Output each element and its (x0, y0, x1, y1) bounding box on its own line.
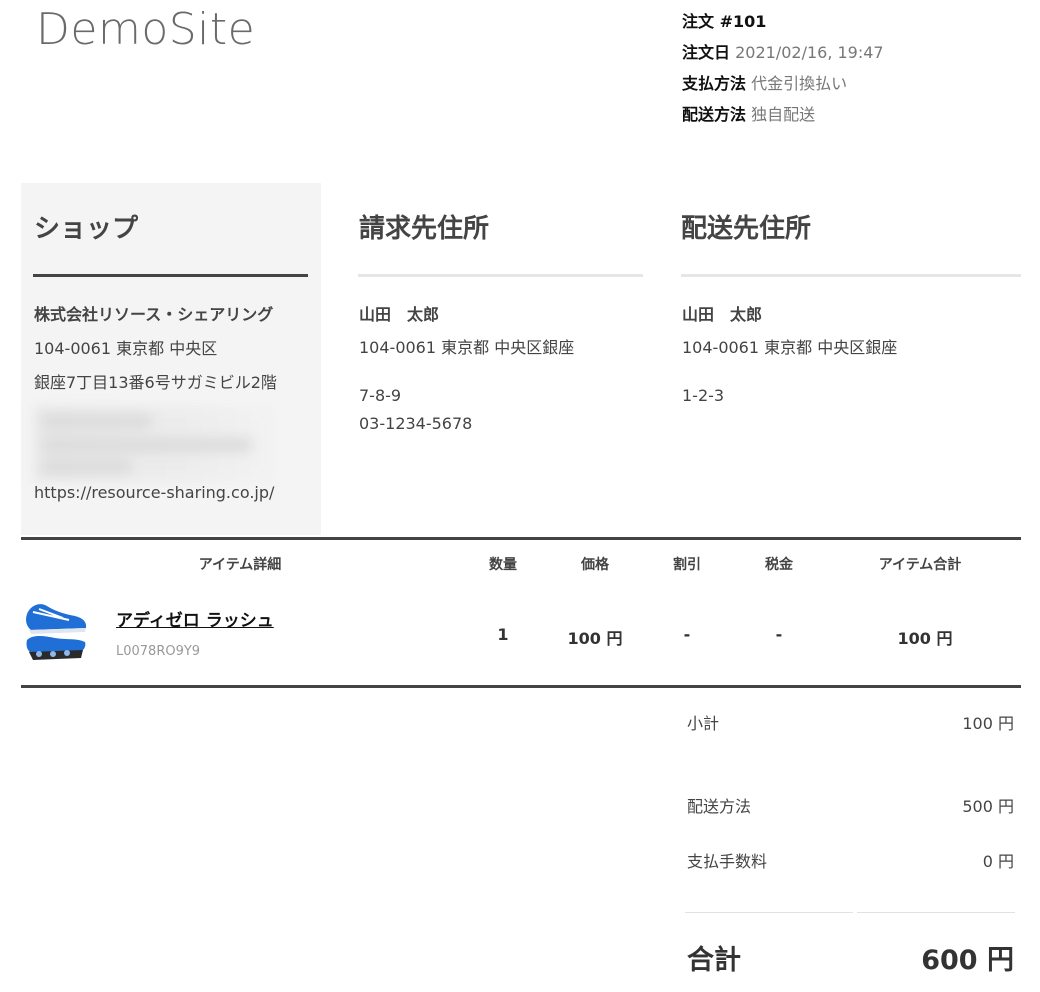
shop-address-line2: 銀座7丁目13番6号サガミビル2階 (34, 373, 277, 392)
site-logo: DemoSite (36, 4, 256, 55)
shop-url: https://resource-sharing.co.jp/ (34, 483, 275, 502)
billing-title: 請求先住所 (359, 214, 490, 244)
table-top-rule (21, 537, 1021, 540)
subtotal-value: 100 円 (962, 714, 1014, 733)
table-bottom-rule (21, 685, 1021, 688)
summary-divider-left (685, 912, 853, 913)
shipping-name: 山田 太郎 (682, 305, 763, 324)
order-meta: 注文 #101 注文日 2021/02/16, 19:47 支払方法 代金引換払… (682, 6, 884, 130)
shop-address: 株式会社リソース・シェアリング 104-0061 東京都 中央区 銀座7丁目13… (34, 298, 277, 400)
redacted-contact-block (34, 406, 274, 482)
shipping-fee-label: 配送方法 (687, 797, 752, 816)
shipping-address-line2: 1-2-3 (682, 386, 725, 405)
product-name-link[interactable]: アディゼロ ラッシュ (116, 606, 274, 631)
shipping-address: 山田 太郎 104-0061 東京都 中央区銀座 1-2-3 (682, 298, 897, 410)
shop-title: ショップ (34, 214, 139, 244)
grand-total-value: 600 円 (921, 945, 1014, 976)
th-item: アイテム詳細 (198, 557, 282, 573)
payment-fee-value: 0 円 (982, 852, 1014, 871)
shop-divider (33, 274, 308, 277)
row-qty: 1 (497, 625, 509, 644)
billing-address-line2: 7-8-9 (359, 386, 402, 405)
th-price: 価格 (581, 557, 609, 573)
product-sku: L0078RO9Y9 (116, 644, 201, 659)
order-number: 注文 #101 (682, 12, 767, 31)
row-price: 100 円 (567, 629, 623, 648)
subtotal-label: 小計 (687, 714, 720, 733)
shipping-title: 配送先住所 (681, 214, 812, 244)
order-payment: 支払方法 代金引換払い (682, 74, 848, 93)
row-discount: - (683, 625, 691, 644)
shipping-address-line1: 104-0061 東京都 中央区銀座 (682, 338, 898, 357)
shop-company: 株式会社リソース・シェアリング (34, 305, 274, 324)
order-shipping: 配送方法 独自配送 (682, 105, 816, 124)
shop-address-line1: 104-0061 東京都 中央区 (34, 339, 218, 358)
th-discount: 割引 (673, 557, 701, 573)
shipping-divider (681, 274, 1021, 277)
order-payment-value: 代金引換払い (751, 74, 848, 93)
order-shipping-value: 独自配送 (751, 105, 816, 124)
billing-phone: 03-1234-5678 (359, 414, 473, 433)
row-tax: - (775, 625, 783, 644)
billing-address: 山田 太郎 104-0061 東京都 中央区銀座 7-8-9 03-1234-5… (359, 298, 574, 438)
payment-fee-label: 支払手数料 (687, 852, 768, 871)
grand-total-label: 合計 (687, 945, 741, 976)
order-date-value: 2021/02/16, 19:47 (735, 43, 884, 62)
order-date: 注文日 2021/02/16, 19:47 (682, 43, 884, 62)
shipping-fee-value: 500 円 (962, 797, 1014, 816)
th-tax: 税金 (765, 557, 793, 573)
billing-divider (358, 274, 643, 277)
row-item-total: 100 円 (897, 629, 953, 648)
th-qty: 数量 (489, 557, 517, 573)
billing-address-line1: 104-0061 東京都 中央区銀座 (359, 338, 575, 357)
th-item-total: アイテム合計 (878, 557, 962, 573)
billing-name: 山田 太郎 (359, 305, 440, 324)
product-thumbnail-image (26, 604, 87, 660)
summary-divider-right (857, 912, 1015, 913)
